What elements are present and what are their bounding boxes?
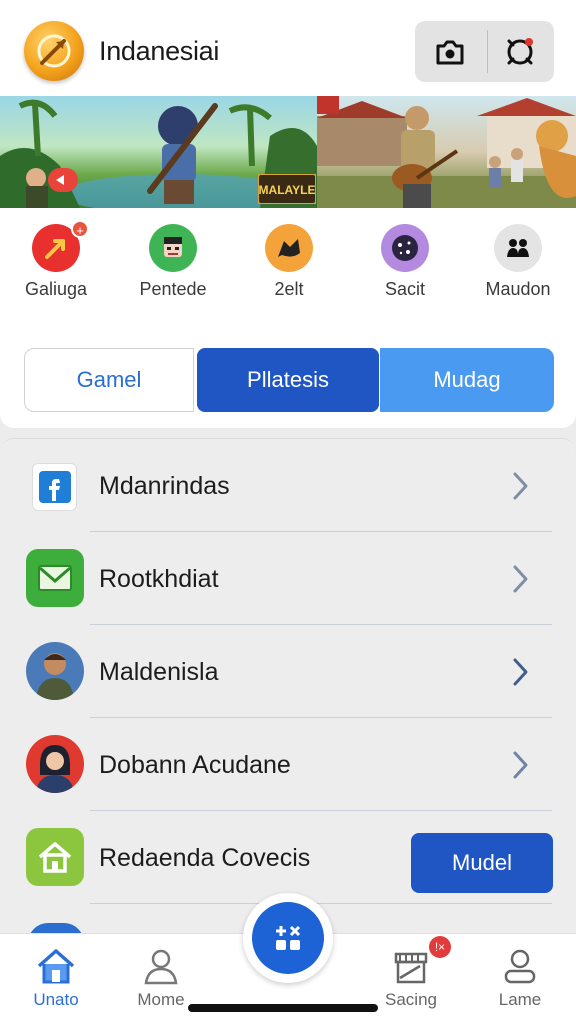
- quick-action-label: 2elt: [274, 279, 304, 299]
- nav-label: Lame: [498, 990, 542, 1009]
- notification-badge: !×: [429, 936, 451, 958]
- record-button[interactable]: [485, 21, 554, 82]
- camera-icon: [436, 40, 463, 64]
- quick-action-maudon[interactable]: Maudon: [463, 220, 573, 310]
- quick-action-label: Galiuga: [24, 279, 88, 299]
- home-indicator: [188, 1004, 378, 1012]
- person-icon: [139, 944, 183, 988]
- header-actions: [415, 21, 554, 82]
- user-icon: [498, 944, 542, 988]
- quick-action-sacit[interactable]: Sacit: [350, 220, 460, 310]
- app-header: Indanesiai: [0, 0, 576, 96]
- list-item-label: Redaenda Covecis: [99, 844, 311, 872]
- nav-label: Unato: [33, 990, 79, 1009]
- record-icon: [507, 37, 533, 64]
- home-icon: [34, 944, 78, 988]
- quick-action-pentede[interactable]: Pentede: [118, 220, 228, 310]
- mudel-button[interactable]: Mudel: [411, 833, 553, 893]
- quick-action-2elt[interactable]: 2elt: [234, 220, 344, 310]
- list-item-label: Mdanrindas: [99, 472, 230, 500]
- quick-action-galiuga[interactable]: + Galiuga: [1, 220, 111, 310]
- camera-button[interactable]: [415, 21, 484, 82]
- grid-plus-icon: [252, 902, 324, 974]
- avatar-man-icon: [26, 642, 84, 700]
- list-card: Mdanrindas Rootkhdiat Maldenisla Dobann …: [0, 438, 576, 958]
- list-item-label: Dobann Acudane: [99, 751, 291, 779]
- banner-badge: MALAYLE: [257, 173, 317, 209]
- fox-icon: [265, 224, 313, 272]
- quick-action-label: Pentede: [139, 279, 207, 299]
- list-item[interactable]: Mdanrindas: [0, 439, 576, 532]
- list-item-label: Maldenisla: [99, 658, 219, 686]
- list-item[interactable]: Maldenisla: [0, 625, 576, 718]
- app-title: Indanesiai: [99, 36, 220, 66]
- app-screen: Indanesiai MALAYLE + Galiuga Pentede 2el…: [0, 0, 576, 1024]
- app-logo[interactable]: [24, 21, 84, 81]
- nav-item-unato[interactable]: Unato: [1, 934, 111, 1024]
- svg-text:MALAYLE: MALAYLE: [259, 183, 316, 197]
- quick-actions: + Galiuga Pentede 2elt Sacit Maudon: [0, 220, 576, 310]
- compass-arrow-icon: [37, 34, 71, 68]
- chevron-right-icon: [513, 472, 528, 500]
- quick-action-badge: +: [71, 220, 89, 238]
- facebook-icon: [32, 463, 77, 511]
- banner-image-right: [317, 96, 576, 208]
- sparkle-icon: [381, 224, 429, 272]
- list-item[interactable]: Dobann Acudane: [0, 718, 576, 811]
- quick-action-label: Sacit: [384, 279, 426, 299]
- divider: [90, 902, 552, 904]
- chevron-right-icon: [513, 565, 528, 593]
- avatar-woman-icon: [26, 735, 84, 793]
- tab-pllatesis[interactable]: Pllatesis: [197, 348, 379, 412]
- top-card: Indanesiai MALAYLE + Galiuga Pentede 2el…: [0, 0, 576, 428]
- tab-gamel[interactable]: Gamel: [24, 348, 194, 412]
- people-icon: [494, 224, 542, 272]
- quick-action-label: Maudon: [485, 279, 551, 299]
- chevron-right-icon: [513, 658, 528, 686]
- list-item[interactable]: Redaenda Covecis Mudel: [0, 811, 576, 904]
- home-icon: [26, 828, 84, 886]
- chevron-right-icon: [513, 751, 528, 779]
- fab-button[interactable]: [243, 893, 333, 983]
- character-icon: [149, 224, 197, 272]
- list-item[interactable]: Rootkhdiat: [0, 532, 576, 625]
- mail-icon: [26, 549, 84, 607]
- tab-mudag[interactable]: Mudag: [380, 348, 554, 412]
- list-item-label: Rootkhdiat: [99, 565, 219, 593]
- store-icon: [389, 944, 433, 988]
- nav-item-lame[interactable]: Lame: [465, 934, 575, 1024]
